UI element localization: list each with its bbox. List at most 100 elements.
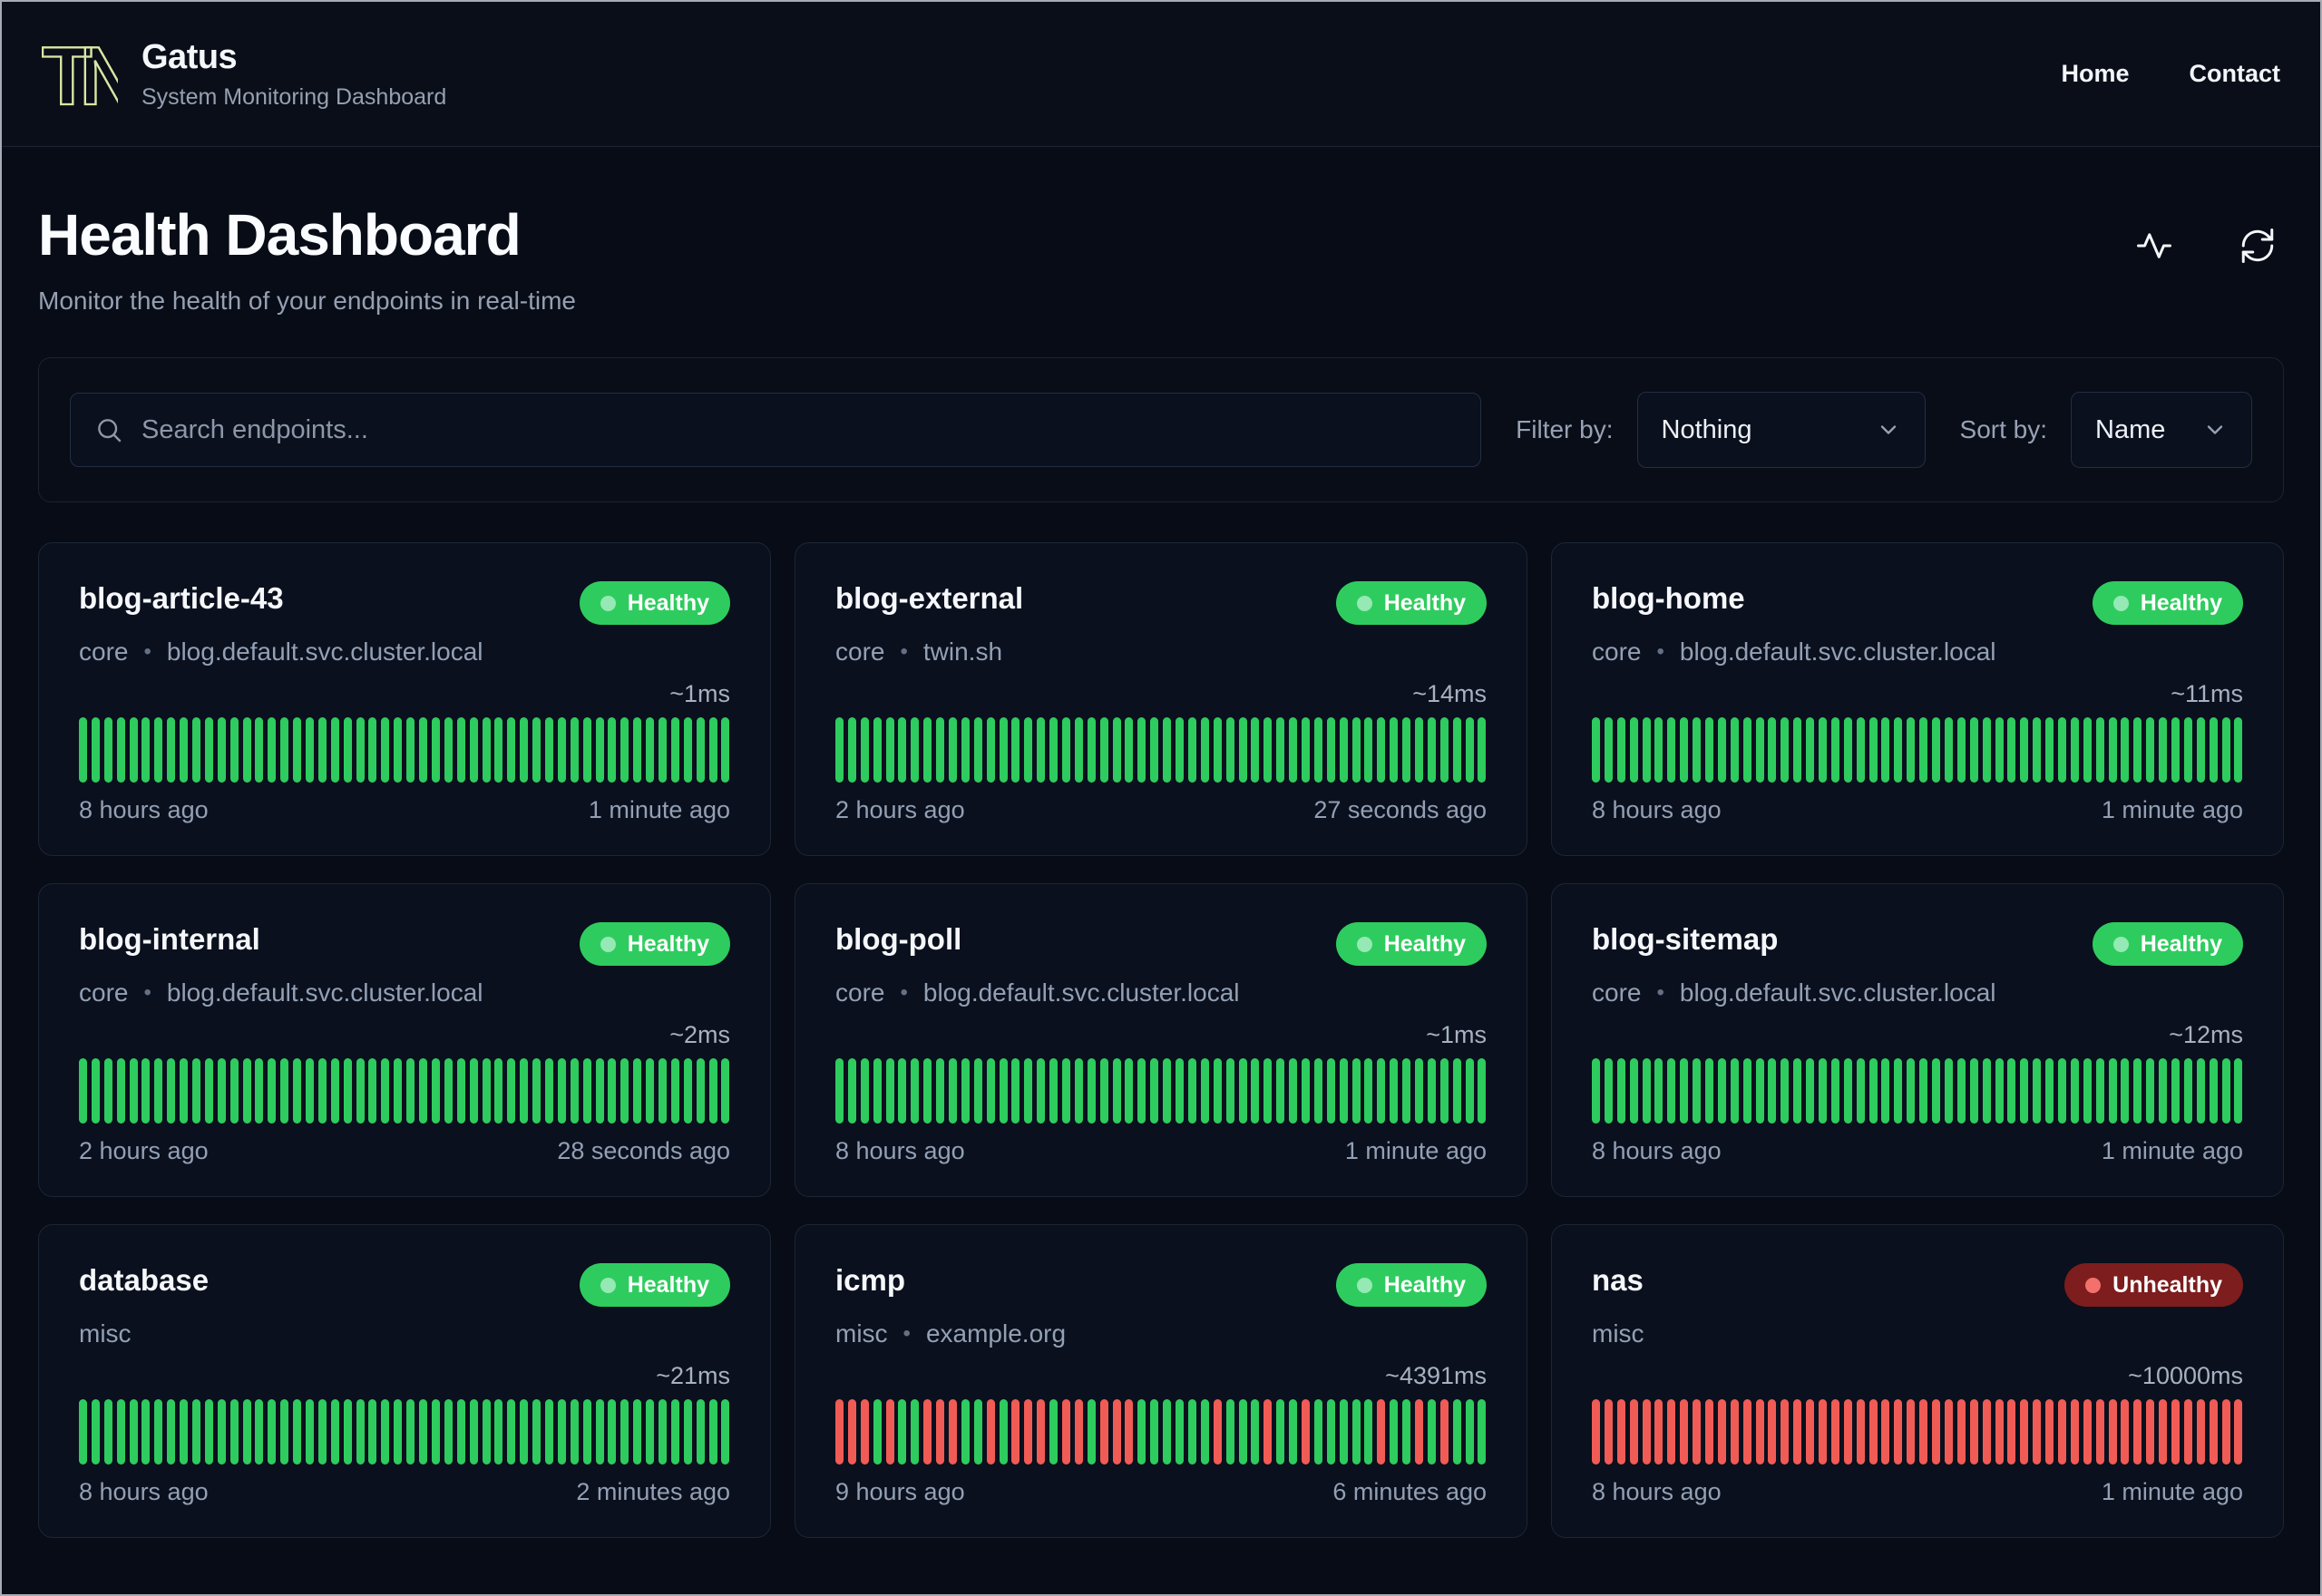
history-bar[interactable]: [1894, 1058, 1903, 1124]
history-bar[interactable]: [1819, 1399, 1828, 1465]
history-bar[interactable]: [1439, 1399, 1449, 1465]
history-bar[interactable]: [1263, 1058, 1273, 1124]
history-bar[interactable]: [2070, 1399, 2079, 1465]
history-bar[interactable]: [1907, 717, 1916, 783]
endpoint-card[interactable]: blog-article-43 Healthy core • blog.defa…: [38, 542, 771, 856]
history-bar[interactable]: [835, 1399, 844, 1465]
endpoint-card[interactable]: blog-home Healthy core • blog.default.sv…: [1551, 542, 2284, 856]
history-bar[interactable]: [1200, 717, 1209, 783]
history-bar[interactable]: [167, 717, 176, 783]
history-bar[interactable]: [1982, 1058, 1991, 1124]
history-bar[interactable]: [2171, 717, 2180, 783]
history-bar[interactable]: [1289, 1058, 1298, 1124]
history-bar[interactable]: [1944, 717, 1953, 783]
history-bar[interactable]: [103, 717, 112, 783]
search-input[interactable]: [141, 414, 1458, 445]
history-bar[interactable]: [873, 1058, 882, 1124]
history-bar[interactable]: [317, 1058, 327, 1124]
history-bar[interactable]: [1011, 717, 1020, 783]
history-bar[interactable]: [1868, 1058, 1878, 1124]
history-bar[interactable]: [1137, 1058, 1146, 1124]
history-bar[interactable]: [330, 717, 339, 783]
history-bar[interactable]: [456, 1399, 465, 1465]
history-bar[interactable]: [406, 1399, 415, 1465]
endpoint-card[interactable]: blog-internal Healthy core • blog.defaul…: [38, 883, 771, 1197]
history-bar[interactable]: [1705, 717, 1714, 783]
history-bar[interactable]: [419, 1058, 428, 1124]
history-bar[interactable]: [595, 717, 604, 783]
history-bar[interactable]: [368, 1399, 377, 1465]
history-bar[interactable]: [116, 1058, 125, 1124]
history-bar[interactable]: [1919, 1399, 1928, 1465]
history-bar[interactable]: [1099, 1058, 1108, 1124]
endpoint-card[interactable]: blog-sitemap Healthy core • blog.default…: [1551, 883, 2284, 1197]
history-bar[interactable]: [708, 1058, 717, 1124]
history-bar[interactable]: [1755, 1399, 1764, 1465]
history-bar[interactable]: [1301, 1399, 1310, 1465]
history-bar[interactable]: [1238, 1058, 1247, 1124]
history-bar[interactable]: [1276, 717, 1285, 783]
history-bar[interactable]: [1667, 717, 1676, 783]
history-bar[interactable]: [961, 717, 970, 783]
endpoint-card[interactable]: icmp Healthy misc • example.org ~4391ms …: [795, 1224, 1527, 1538]
history-bar[interactable]: [306, 717, 315, 783]
history-bar[interactable]: [1629, 717, 1638, 783]
history-bar[interactable]: [658, 1058, 667, 1124]
history-bar[interactable]: [368, 1058, 377, 1124]
history-bar[interactable]: [1339, 717, 1348, 783]
history-bar[interactable]: [570, 1399, 579, 1465]
history-bar[interactable]: [406, 717, 415, 783]
history-bar[interactable]: [1150, 1399, 1159, 1465]
history-bar[interactable]: [330, 1058, 339, 1124]
history-bar[interactable]: [1730, 1399, 1739, 1465]
history-bar[interactable]: [1894, 1399, 1903, 1465]
history-bar[interactable]: [683, 1399, 692, 1465]
history-bar[interactable]: [394, 1058, 403, 1124]
history-bar[interactable]: [557, 717, 566, 783]
history-bar[interactable]: [167, 1399, 176, 1465]
history-bar[interactable]: [1956, 717, 1966, 783]
history-bar[interactable]: [2221, 1058, 2230, 1124]
history-bar[interactable]: [91, 1058, 100, 1124]
history-bar[interactable]: [633, 1399, 642, 1465]
history-bar[interactable]: [1313, 1058, 1322, 1124]
history-bar[interactable]: [936, 717, 945, 783]
history-bar[interactable]: [280, 1058, 289, 1124]
history-bar[interactable]: [356, 717, 365, 783]
history-bar[interactable]: [1163, 717, 1172, 783]
history-bar[interactable]: [1755, 717, 1764, 783]
history-bar[interactable]: [204, 717, 213, 783]
history-bar[interactable]: [1150, 1058, 1159, 1124]
history-bar[interactable]: [154, 1058, 163, 1124]
history-bar[interactable]: [381, 1399, 390, 1465]
history-bar[interactable]: [544, 1399, 553, 1465]
history-bar[interactable]: [280, 1399, 289, 1465]
history-bar[interactable]: [1592, 1399, 1600, 1465]
history-bar[interactable]: [1377, 1399, 1386, 1465]
history-bar[interactable]: [1755, 1058, 1764, 1124]
history-bar[interactable]: [280, 717, 289, 783]
history-bar[interactable]: [116, 717, 125, 783]
history-bar[interactable]: [1414, 1399, 1423, 1465]
history-bar[interactable]: [1995, 1399, 2004, 1465]
history-bar[interactable]: [2234, 1399, 2243, 1465]
history-bar[interactable]: [1881, 1399, 1890, 1465]
history-bar[interactable]: [242, 1399, 251, 1465]
history-bar[interactable]: [1276, 1399, 1285, 1465]
history-bar[interactable]: [330, 1399, 339, 1465]
history-bar[interactable]: [217, 717, 226, 783]
history-bar[interactable]: [1944, 1399, 1953, 1465]
history-bar[interactable]: [507, 1058, 516, 1124]
history-bar[interactable]: [1680, 1399, 1689, 1465]
history-bar[interactable]: [1768, 717, 1777, 783]
history-bar[interactable]: [1592, 717, 1600, 783]
history-bar[interactable]: [1390, 1058, 1399, 1124]
history-bar[interactable]: [431, 1058, 440, 1124]
history-bar[interactable]: [1793, 717, 1802, 783]
history-bar[interactable]: [2196, 717, 2205, 783]
history-bar[interactable]: [2007, 717, 2016, 783]
history-bar[interactable]: [1187, 717, 1196, 783]
history-bar[interactable]: [293, 1058, 302, 1124]
history-bar[interactable]: [1969, 1399, 1978, 1465]
history-bar[interactable]: [1150, 717, 1159, 783]
